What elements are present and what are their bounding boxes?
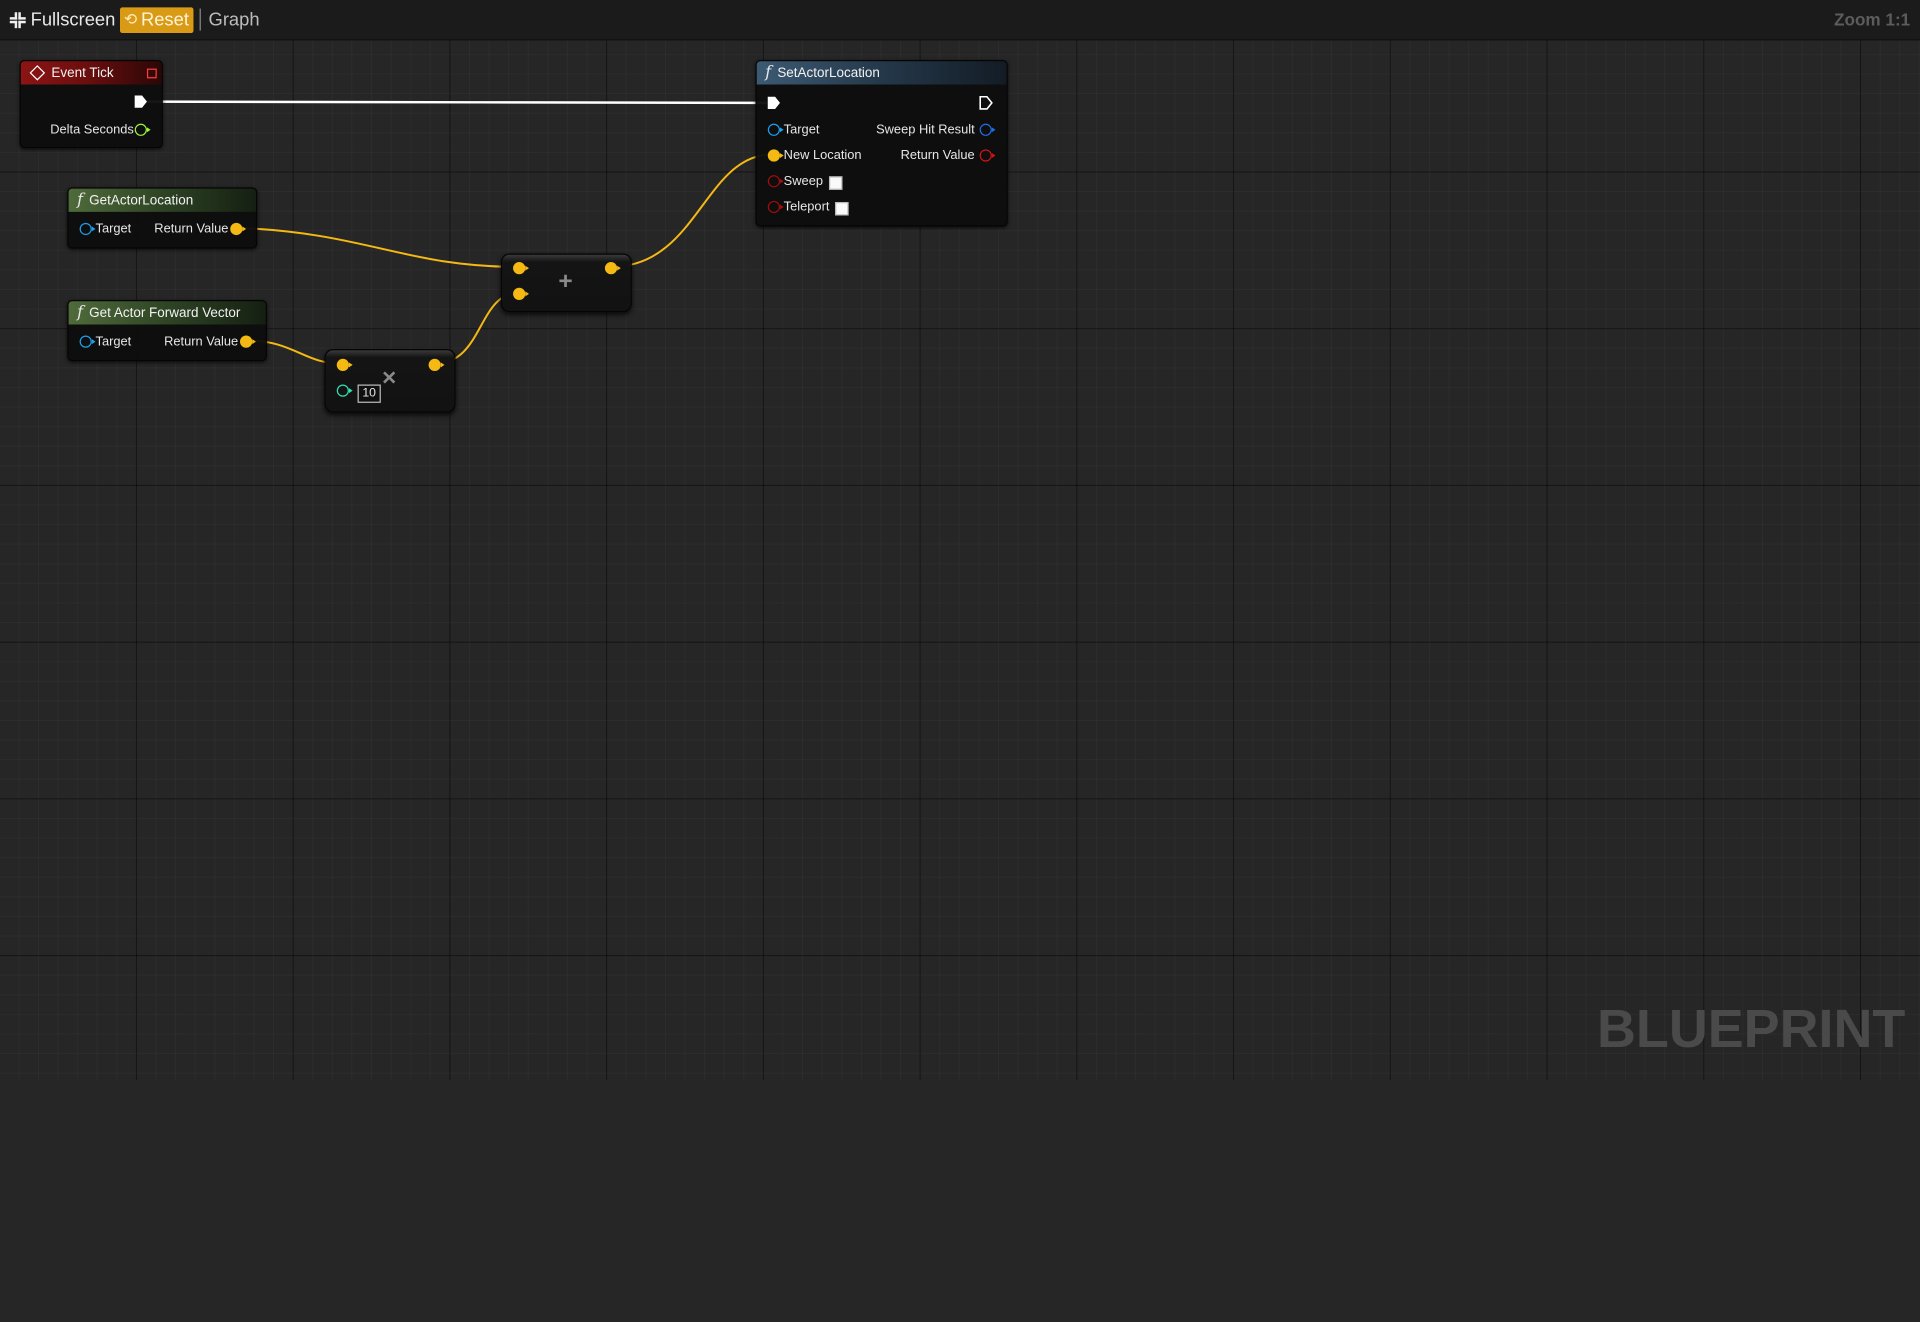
new-location-pin[interactable] [767, 149, 784, 162]
sweep-hit-result-label: Sweep Hit Result [876, 122, 975, 138]
multiply-scalar-input[interactable]: 10 [357, 384, 381, 403]
add-output-pin[interactable] [604, 262, 621, 275]
function-f-icon: f [77, 191, 84, 210]
function-f-icon: f [765, 63, 772, 83]
blueprint-graph-canvas[interactable]: Event Tick Delta Seconds f SetActorLocat… [0, 0, 1920, 1081]
set-actor-location-header[interactable]: f SetActorLocation [756, 61, 1007, 85]
target-label: Target [783, 122, 820, 138]
event-tick-node[interactable]: Event Tick Delta Seconds [19, 60, 163, 149]
toolbar-divider [199, 8, 202, 31]
teleport-label: Teleport [783, 199, 830, 215]
target-pin[interactable] [79, 222, 96, 236]
event-tick-title: Event Tick [51, 65, 114, 81]
target-pin[interactable] [767, 123, 784, 136]
multiply-symbol: × [382, 364, 397, 392]
return-value-label: Return Value [154, 221, 229, 237]
teleport-pin[interactable] [767, 200, 784, 214]
fullscreen-label: Fullscreen [30, 9, 116, 31]
new-location-label: New Location [783, 148, 862, 163]
exec-out-pin-hollow[interactable] [978, 95, 993, 111]
graph-toolbar: Fullscreen ⟲ Reset Graph Zoom 1:1 [0, 0, 1920, 41]
get-actor-forward-vector-node[interactable]: f Get Actor Forward Vector Target Return… [67, 300, 267, 362]
stop-icon [146, 68, 157, 79]
get-actor-forward-vector-title: Get Actor Forward Vector [89, 305, 241, 321]
add-input-a-pin[interactable] [513, 262, 529, 275]
add-node[interactable]: + [500, 253, 632, 313]
add-symbol: + [558, 268, 573, 296]
teleport-checkbox[interactable] [835, 202, 849, 216]
target-label: Target [95, 334, 132, 349]
multiply-output-pin[interactable] [428, 358, 445, 372]
fullscreen-button[interactable]: Fullscreen [9, 9, 116, 31]
get-actor-location-node[interactable]: f GetActorLocation Target Return Value [67, 187, 258, 249]
delta-seconds-pin[interactable] [134, 123, 151, 136]
multiply-input-b-pin[interactable] [336, 384, 353, 397]
reset-icon: ⟲ [123, 9, 138, 29]
exec-out-pin[interactable] [133, 94, 148, 109]
sweep-pin[interactable] [767, 175, 784, 188]
exec-wire [145, 100, 768, 105]
return-value-pin[interactable] [979, 149, 996, 162]
blueprint-watermark: BLUEPRINT [1597, 999, 1906, 1060]
multiply-input-a-pin[interactable] [336, 358, 353, 372]
return-value-label: Return Value [900, 148, 975, 163]
set-actor-location-node[interactable]: f SetActorLocation Target Sweep Hit Resu… [755, 60, 1008, 227]
event-tick-header[interactable]: Event Tick [20, 61, 162, 85]
reset-label: Reset [140, 9, 189, 31]
set-actor-location-title: SetActorLocation [777, 65, 880, 81]
delta-seconds-label: Delta Seconds [50, 122, 134, 138]
add-input-b-pin[interactable] [513, 287, 529, 301]
vector-wire-add-to-setlocation [611, 153, 773, 268]
get-actor-forward-vector-header[interactable]: f Get Actor Forward Vector [68, 301, 266, 325]
fullscreen-icon [9, 11, 26, 28]
sweep-hit-result-pin[interactable] [979, 123, 996, 136]
event-diamond-icon [29, 65, 46, 81]
get-actor-location-title: GetActorLocation [89, 192, 194, 208]
exec-in-pin[interactable] [767, 96, 782, 111]
return-value-label: Return Value [164, 334, 239, 349]
return-value-pin[interactable] [240, 335, 256, 348]
reset-button[interactable]: ⟲ Reset [120, 6, 194, 33]
function-f-icon: f [77, 303, 84, 323]
zoom-level: Zoom 1:1 [1834, 9, 1911, 30]
multiply-node[interactable]: 10 × [324, 348, 456, 413]
get-actor-location-header[interactable]: f GetActorLocation [68, 188, 256, 212]
sweep-label: Sweep [783, 173, 823, 189]
graph-tab-label[interactable]: Graph [209, 9, 260, 30]
vector-wire-location-to-add [236, 226, 520, 268]
return-value-pin[interactable] [230, 222, 247, 236]
sweep-checkbox[interactable] [828, 176, 843, 190]
target-label: Target [95, 221, 132, 237]
target-pin[interactable] [79, 335, 96, 348]
